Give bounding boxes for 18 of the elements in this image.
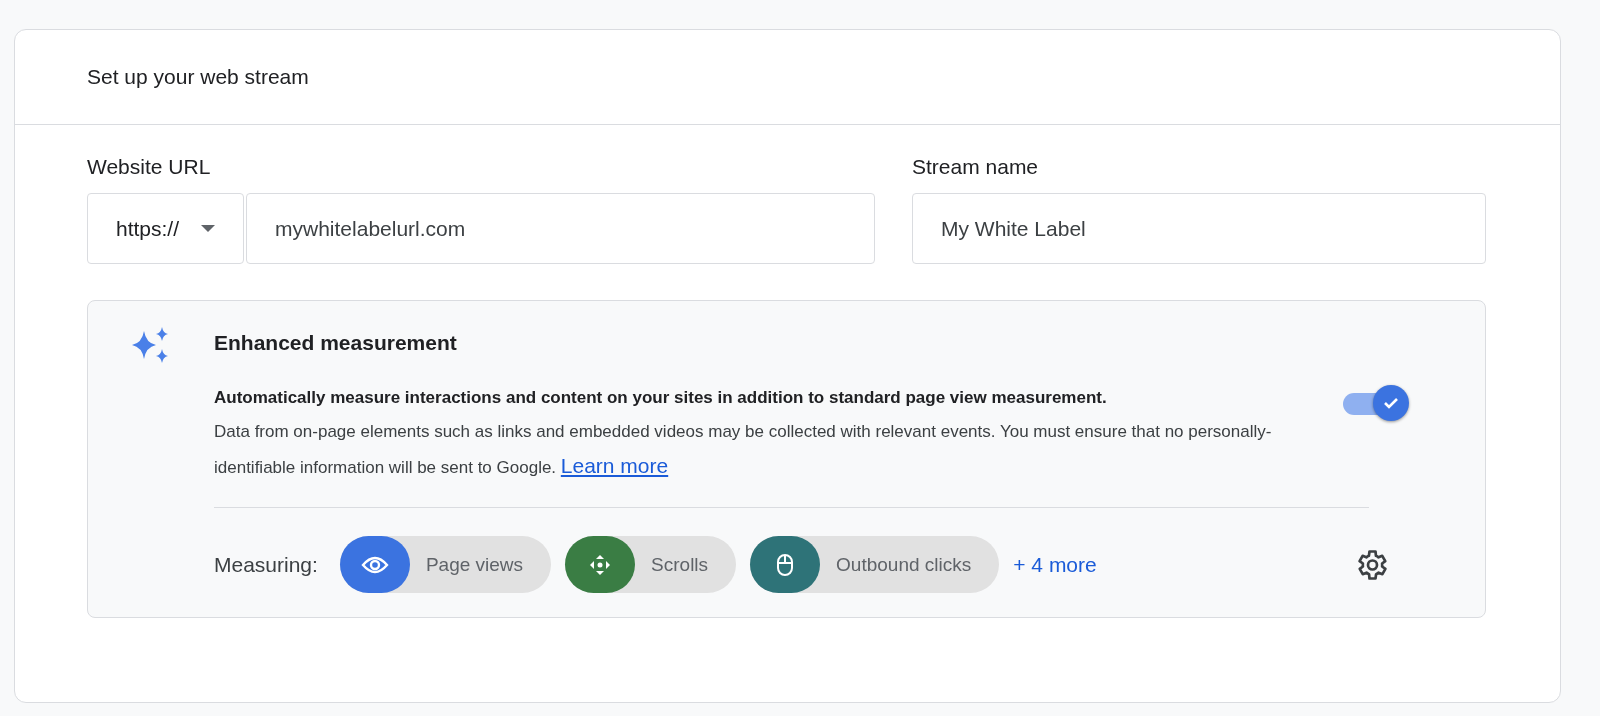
field-label: Website URL: [87, 155, 212, 179]
caret-icon: [201, 224, 216, 233]
measurement-chip: Page views: [339, 536, 552, 593]
eye-icon: [360, 554, 389, 575]
learn-more-link[interactable]: Learn more: [560, 454, 669, 477]
measurement-chip: Outbound clicks: [750, 536, 1000, 593]
protocol-dropdown[interactable]: https://: [87, 193, 245, 264]
more-link[interactable]: + 4 more: [1013, 552, 1097, 577]
section-title: Enhanced measurement: [214, 331, 458, 355]
field-label: Stream name: [912, 155, 1040, 179]
url-input-field[interactable]: mywhitelabelurl.com: [246, 193, 875, 264]
description-text: Automatically measure interactions and content on your sites in addition to standard page view measurement. Data from on-page elements such as links and embedded videos may be collected with relevant events. You must ensure that no personally-identifiable information will be sent to Google. Learn more: [214, 387, 1273, 479]
measuring-label: Measuring:: [214, 552, 318, 577]
arrows-icon: [588, 552, 613, 577]
stream-name-input-field[interactable]: My White Label: [912, 193, 1486, 264]
mouse-icon: [776, 552, 795, 577]
measurement-chip: Scrolls: [565, 536, 737, 593]
card-title: Set up your web stream: [87, 65, 309, 89]
